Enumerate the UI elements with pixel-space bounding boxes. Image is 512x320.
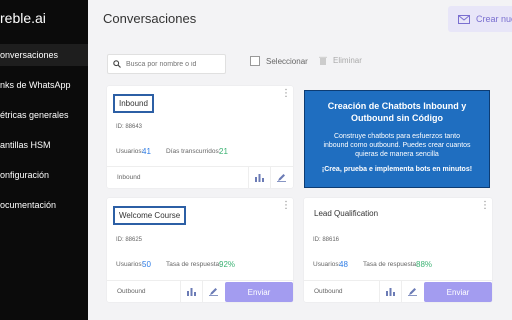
sidebar-item-links-whatsapp[interactable]: nks de WhatsApp <box>0 74 88 96</box>
response-rate-value: 88% <box>416 260 433 269</box>
mail-icon <box>458 14 470 24</box>
more-options-icon[interactable]: ⋮ <box>480 201 490 211</box>
sidebar-item-metricas[interactable]: étricas generales <box>0 104 88 126</box>
bot-type-label: Outbound <box>117 288 146 295</box>
select-checkbox[interactable] <box>250 56 260 66</box>
promo-cta: ¡Crea, prueba e implementa bots en minut… <box>321 166 473 173</box>
sidebar-item-documentacion[interactable]: ocumentación <box>0 194 88 216</box>
stats-button[interactable] <box>248 167 270 188</box>
pencil-icon <box>209 288 218 296</box>
stats-button[interactable] <box>180 281 202 302</box>
card-footer: Outbound Enviar <box>304 280 492 302</box>
response-rate-value: 92% <box>219 260 236 269</box>
bot-type-label: Inbound <box>117 174 141 181</box>
users-value: 41 <box>142 147 151 156</box>
pencil-icon <box>408 288 417 296</box>
bar-chart-icon <box>187 287 196 296</box>
send-button[interactable]: Enviar <box>225 282 293 302</box>
more-options-icon[interactable]: ⋮ <box>281 89 291 99</box>
bot-card-lead-qualification[interactable]: Lead Qualification ⋮ ID: 88616 Usuarios:… <box>304 198 492 302</box>
edit-button[interactable] <box>401 281 423 302</box>
bot-card-welcome-course[interactable]: Welcome Course ⋮ ID: 88625 Usuarios: 50 … <box>107 198 293 302</box>
users-label: Usuarios: <box>116 148 144 155</box>
card-footer: Inbound <box>107 166 293 188</box>
more-options-icon[interactable]: ⋮ <box>281 201 291 211</box>
bar-chart-icon <box>255 173 264 182</box>
bot-type-label: Outbound <box>314 288 343 295</box>
days-value: 21 <box>219 147 228 156</box>
stats-button[interactable] <box>379 281 401 302</box>
card-title: Lead Qualification <box>314 209 379 218</box>
trash-icon <box>319 56 327 65</box>
bar-chart-icon <box>386 287 395 296</box>
sidebar-item-conversaciones[interactable]: onversaciones <box>0 44 88 66</box>
response-rate-label: Tasa de respuesta: <box>363 261 418 268</box>
card-id: ID: 88643 <box>116 124 143 130</box>
main-content: Conversaciones Crear nuev Seleccionar El… <box>88 0 512 320</box>
promo-title: Creación de Chatbots Inbound y Outbound … <box>327 101 467 123</box>
select-label: Seleccionar <box>266 56 308 66</box>
delete-label: Eliminar <box>333 56 362 65</box>
pencil-icon <box>277 174 286 182</box>
users-label: Usuarios: <box>313 261 341 268</box>
search-input[interactable] <box>126 60 221 68</box>
brand-logo-text: reble.ai <box>0 10 46 26</box>
edit-button[interactable] <box>202 281 224 302</box>
send-button[interactable]: Enviar <box>424 282 492 302</box>
bot-card-inbound[interactable]: Inbound ⋮ ID: 88643 Usuarios: 41 Días tr… <box>107 86 293 188</box>
search-icon <box>113 60 121 68</box>
card-title: Welcome Course <box>113 206 187 225</box>
response-rate-label: Tasa de respuesta: <box>166 261 221 268</box>
users-value: 48 <box>339 260 348 269</box>
edit-button[interactable] <box>270 167 292 188</box>
card-id: ID: 88625 <box>116 237 143 243</box>
users-label: Usuarios: <box>116 261 144 268</box>
create-button-label: Crear nuev <box>476 14 512 24</box>
sidebar-item-configuracion[interactable]: onfiguración <box>0 164 88 186</box>
sidebar: reble.ai onversaciones nks de WhatsApp é… <box>0 0 88 320</box>
card-title: Inbound <box>113 94 154 113</box>
search-box[interactable] <box>107 54 226 74</box>
delete-button[interactable]: Eliminar <box>319 56 362 65</box>
card-footer: Outbound Enviar <box>107 280 293 302</box>
promo-banner: Creación de Chatbots Inbound y Outbound … <box>304 90 490 188</box>
promo-body: Construye chatbots para esfuerzos tanto … <box>323 133 471 158</box>
create-button[interactable]: Crear nuev <box>448 6 512 32</box>
sidebar-item-plantillas-hsm[interactable]: antillas HSM <box>0 134 88 156</box>
page-title: Conversaciones <box>103 11 197 26</box>
select-button[interactable]: Seleccionar <box>250 56 308 66</box>
users-value: 50 <box>142 260 151 269</box>
days-label: Días transcurridos: <box>166 148 221 155</box>
card-id: ID: 88616 <box>313 237 340 243</box>
